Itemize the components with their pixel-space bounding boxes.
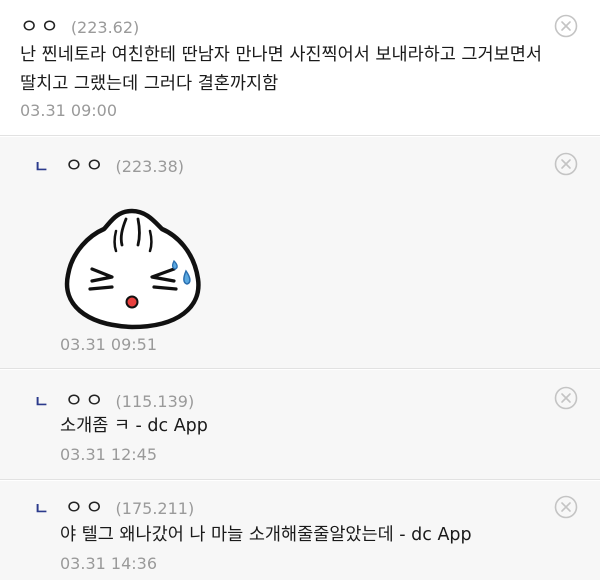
reply-mark: ㄴ <box>34 392 49 411</box>
comment-date: 03.31 09:00 <box>20 101 117 120</box>
nickname[interactable]: ㅇㅇ <box>65 149 106 178</box>
reply-mark: ㄴ <box>34 499 49 518</box>
comment-header: ㄴ ㅇㅇ (223.38) <box>34 149 184 178</box>
nickname[interactable]: ㅇㅇ <box>20 10 61 39</box>
nickname[interactable]: ㅇㅇ <box>65 384 106 413</box>
ip-address: (175.211) <box>115 499 195 518</box>
comment-text-line: 딸치고 그랬는데 그러다 결혼까지함 <box>20 74 279 94</box>
close-circle-icon[interactable] <box>554 14 578 38</box>
comment-header: ㄴ ㅇㅇ (175.211) <box>34 491 194 520</box>
comment-date: 03.31 09:51 <box>60 335 157 354</box>
comment-header: ㄴ ㅇㅇ (115.139) <box>34 384 194 413</box>
close-circle-icon[interactable] <box>554 152 578 176</box>
reply-item: ㄴ ㅇㅇ (175.211) 야 텔그 왜나갔어 나 마늘 소개해줄줄알았는데 … <box>0 481 600 580</box>
close-circle-icon[interactable] <box>554 495 578 519</box>
comment-item: ㅇㅇ (223.62) 난 찐네토라 여친한테 딴남자 만나면 사진찍어서 보내… <box>0 0 600 136</box>
comment-header: ㅇㅇ (223.62) <box>20 10 139 39</box>
comment-date: 03.31 12:45 <box>60 445 157 464</box>
ip-address: (223.38) <box>115 157 185 176</box>
dumpling-emoticon[interactable] <box>60 199 205 334</box>
ip-address: (115.139) <box>115 392 195 411</box>
comment-text: 소개좀 ㅋ - dc App <box>60 416 208 436</box>
reply-mark: ㄴ <box>34 157 49 176</box>
comment-text: 야 텔그 왜나갔어 나 마늘 소개해줄줄알았는데 - dc App <box>60 525 472 545</box>
close-circle-icon[interactable] <box>554 386 578 410</box>
comment-date: 03.31 14:36 <box>60 554 157 573</box>
comment-text-line: 난 찐네토라 여친한테 딴남자 만나면 사진찍어서 보내라하고 그거보면서 <box>20 45 542 65</box>
ip-address: (223.62) <box>70 18 140 37</box>
reply-item: ㄴ ㅇㅇ (115.139) 소개좀 ㅋ - dc App 03.31 12:4… <box>0 370 600 480</box>
nickname[interactable]: ㅇㅇ <box>65 491 106 520</box>
comment-text: 난 찐네토라 여친한테 딴남자 만나면 사진찍어서 보내라하고 그거보면서 딸치… <box>20 41 590 99</box>
reply-item: ㄴ ㅇㅇ (223.38) 03.31 09:51 <box>0 137 600 369</box>
